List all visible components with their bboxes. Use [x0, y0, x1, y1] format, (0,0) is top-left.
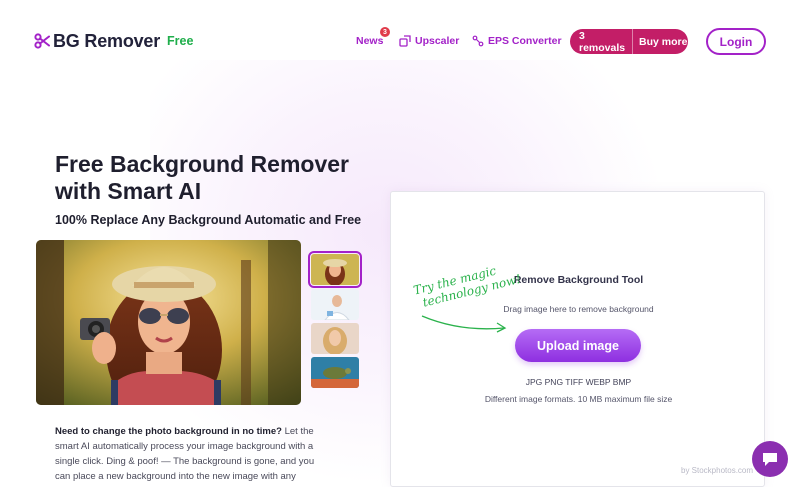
eps-converter-icon	[472, 35, 484, 47]
description-bold: Need to change the photo background in n…	[55, 426, 282, 437]
formats-note: Different image formats. 10 MB maximum f…	[484, 394, 673, 404]
logo-text: BG Remover	[53, 30, 161, 51]
nav-upscaler[interactable]: Upscaler	[399, 30, 459, 52]
upload-image-button[interactable]: Upload image	[515, 329, 641, 362]
nav-upscaler-label: Upscaler	[415, 35, 460, 47]
nav-eps-label: EPS Converter	[488, 35, 562, 47]
hero-description: Need to change the photo background in n…	[55, 424, 321, 487]
thumbnail-blonde-woman[interactable]	[311, 323, 359, 354]
thumbnail-image	[311, 289, 359, 320]
removals-count: 3 removals	[570, 29, 633, 54]
removals-pill[interactable]: 3 removals Buy more	[570, 29, 688, 54]
thumbnail-image	[311, 254, 359, 285]
chat-button[interactable]	[752, 441, 788, 477]
supported-formats: JPG PNG TIFF WEBP BMP	[525, 377, 632, 387]
site-header: BG Remover Free News 3 Upscaler EPS Conv…	[0, 0, 800, 84]
buy-more-button[interactable]: Buy more	[633, 36, 687, 48]
sample-photo	[36, 240, 301, 405]
news-count-badge: 3	[380, 27, 390, 37]
photo-woman-with-camera	[36, 240, 301, 405]
stock-credit[interactable]: by Stockphotos.com	[681, 466, 753, 475]
thumbnail-woman-hat[interactable]	[308, 251, 362, 288]
thumbnail-image	[311, 323, 359, 354]
upscale-icon	[399, 35, 411, 47]
logo[interactable]: BG Remover Free	[34, 30, 193, 52]
thumbnail-image	[311, 357, 359, 388]
upload-dropzone[interactable]: Remove Background Tool Drag image here t…	[390, 191, 765, 487]
page-title: Free Background Remover with Smart AI	[55, 151, 349, 204]
chat-bubble-icon	[763, 453, 777, 466]
thumbnail-doctor[interactable]	[311, 289, 359, 320]
page-subtitle: 100% Replace Any Background Automatic an…	[55, 213, 362, 227]
logo-free-badge: Free	[167, 34, 194, 48]
nav-news[interactable]: News 3	[356, 27, 390, 52]
nav-eps-converter[interactable]: EPS Converter	[472, 30, 562, 52]
hand-drawn-arrow-icon	[421, 315, 507, 333]
scissors-icon	[34, 33, 50, 49]
nav-news-label: News	[356, 35, 384, 47]
thumbnail-turtle[interactable]	[311, 357, 359, 388]
login-button[interactable]: Login	[706, 28, 766, 55]
